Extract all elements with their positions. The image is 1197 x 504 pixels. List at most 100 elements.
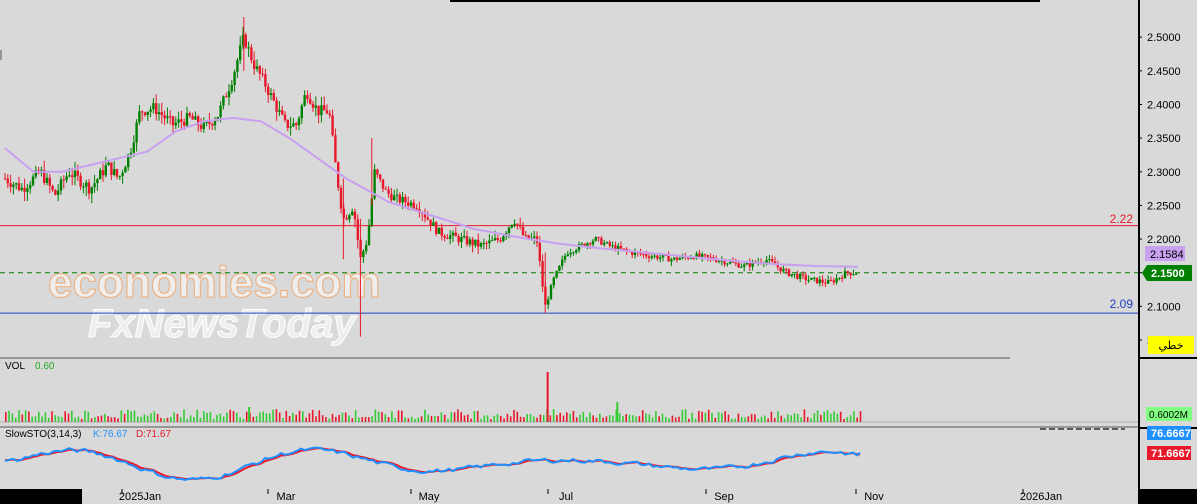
volume-bar <box>354 410 357 422</box>
volume-bar <box>651 417 654 422</box>
candle-body <box>314 105 317 108</box>
candle-body <box>449 235 452 239</box>
volume-bar <box>344 412 347 422</box>
candle-body <box>115 169 119 177</box>
draw-tool-button[interactable]: خطي <box>1148 336 1194 354</box>
volume-bar <box>453 412 456 422</box>
volume-bar <box>546 372 549 422</box>
support-label: 2.09 <box>1110 297 1134 311</box>
volume-bar <box>493 415 495 422</box>
candle-body <box>698 253 701 257</box>
volume-bar <box>368 417 370 422</box>
candle-body <box>611 245 614 247</box>
volume-bar <box>302 411 304 422</box>
volume-bar <box>61 417 63 422</box>
candle-body <box>465 235 469 245</box>
stoch-d-badge: 71.6667 <box>1147 446 1191 460</box>
candle-body <box>849 272 852 276</box>
volume-bar <box>691 412 693 422</box>
candle-body <box>779 267 782 272</box>
candle-body <box>843 271 847 279</box>
candle-body <box>737 263 740 268</box>
volume-bar <box>450 412 453 422</box>
volume-bar <box>47 417 50 422</box>
stoch-k-badge: 76.6667 <box>1147 426 1191 440</box>
volume-bar <box>566 412 568 422</box>
x-axis-strip[interactable] <box>82 489 1138 504</box>
candle-body <box>213 120 217 126</box>
candle-body <box>642 254 645 256</box>
candle-body <box>356 219 359 240</box>
volume-bar <box>849 415 852 422</box>
volume-bar <box>248 407 251 422</box>
x-tick-label: Jul <box>559 491 573 503</box>
volume-bar <box>189 415 192 422</box>
volume-bar <box>8 410 10 422</box>
candle-body <box>163 115 166 119</box>
candle-body <box>533 236 536 238</box>
price-tick-label: 2.2500 <box>1147 200 1181 212</box>
candle-body <box>45 177 49 183</box>
x-tick-label: Sep <box>714 491 734 503</box>
volume-bar <box>767 418 769 422</box>
candle-body <box>575 250 578 253</box>
candle-body <box>57 190 60 195</box>
candle-body <box>807 279 810 281</box>
volume-bar <box>107 416 109 422</box>
x-tick-label: Mar <box>277 491 296 503</box>
candle-body <box>345 217 348 220</box>
candle-body <box>395 194 399 196</box>
candle-body <box>26 188 29 192</box>
volume-bar <box>140 416 142 422</box>
candle-body <box>303 95 306 106</box>
candle-body <box>435 222 438 234</box>
chart-canvas[interactable]: economies.com FxNewsToday 2.5000 2.4500 2.… <box>0 0 1197 504</box>
candle-body <box>62 179 65 181</box>
candle-body <box>443 235 446 238</box>
volume-bar <box>533 416 535 422</box>
candle-body <box>295 123 298 126</box>
volume-bar <box>430 415 433 422</box>
volume-bar <box>678 416 680 422</box>
volume-bar <box>44 412 47 422</box>
watermark-fxnewstoday: FxNewsToday <box>88 302 357 346</box>
volume-bar <box>156 413 159 422</box>
volume-bar <box>424 409 426 422</box>
volume-bar <box>358 417 360 422</box>
volume-bar <box>622 415 624 422</box>
volume-bar <box>569 413 571 422</box>
candle-body <box>337 162 340 188</box>
volume-bar <box>843 418 845 422</box>
candle-body <box>253 60 256 69</box>
candle-body <box>250 47 253 61</box>
candle-body <box>821 279 824 283</box>
volume-bar <box>414 418 416 422</box>
candle-body <box>446 237 449 239</box>
volume-bar <box>325 417 327 422</box>
candle-body <box>76 170 79 176</box>
candle-body <box>113 169 116 175</box>
x-tick-label: May <box>419 491 440 503</box>
volume-bar <box>391 411 393 422</box>
candle-body <box>675 257 679 260</box>
volume-bar <box>38 411 40 422</box>
candle-body <box>645 254 648 257</box>
candle-body <box>309 98 312 104</box>
volume-bar <box>490 418 492 422</box>
volume-bar <box>384 414 387 422</box>
candle-body <box>20 187 23 190</box>
candle-body <box>524 234 527 236</box>
candle-body <box>401 196 404 203</box>
candle-body <box>90 187 93 194</box>
candle-body <box>499 240 502 242</box>
volume-bar <box>18 410 20 422</box>
candle-body <box>717 260 721 262</box>
price-tick-label: 2.5000 <box>1147 32 1181 44</box>
volume-bar <box>529 413 532 422</box>
volume-bar <box>71 410 73 422</box>
candle-body <box>653 255 656 257</box>
candle-body <box>183 121 186 126</box>
candle-body <box>650 256 653 258</box>
candle-body <box>334 135 337 163</box>
x-tick-label: Nov <box>864 491 884 503</box>
